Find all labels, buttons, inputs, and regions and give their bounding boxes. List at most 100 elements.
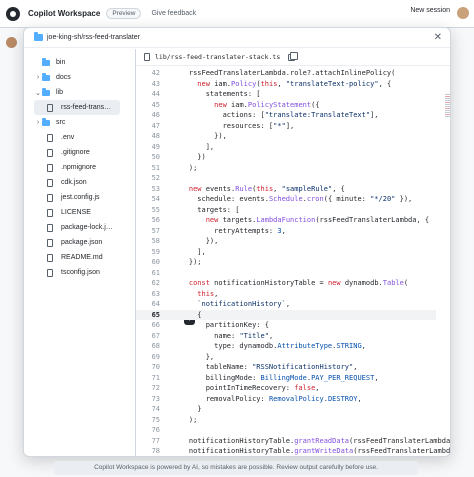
github-logo-icon[interactable] xyxy=(6,6,20,21)
code-line[interactable]: 45 new iam.PolicyStatement({ xyxy=(136,100,436,111)
code-text: new targets.LambdaFunction(rssFeedTransl… xyxy=(205,216,430,224)
line-number: 77 xyxy=(151,436,160,445)
code-line[interactable]: 67 name: "Title", xyxy=(136,331,436,342)
code-line[interactable]: 51 ); xyxy=(136,163,436,174)
tree-item-label: lib xyxy=(56,89,64,96)
line-number: 43 xyxy=(151,79,160,88)
file-tree: bin › docs ⌄ lib rss-feed-trans… › src .env .giti… xyxy=(34,55,120,280)
new-session-button[interactable]: New session xyxy=(410,7,450,14)
code-text: new iam.Policy(this, "translateText-poli… xyxy=(197,79,392,88)
code-line[interactable]: 57 retryAttempts: 3, xyxy=(136,226,436,237)
code-line[interactable]: 70 tableName: "RSSNotificationHistory", xyxy=(136,362,436,373)
tree-item-label: tsconfig.json xyxy=(61,269,100,276)
code-line[interactable]: 79 } xyxy=(136,457,436,458)
chevron-icon[interactable]: › xyxy=(34,119,42,126)
line-number: 44 xyxy=(151,90,160,98)
code-line[interactable]: 68 type: dynamodb.AttributeType.STRING, xyxy=(136,341,436,352)
tree-item-label: docs xyxy=(56,74,71,81)
app-header: Copilot Workspace Preview Give feedback … xyxy=(0,0,474,28)
tree-item-label: .env xyxy=(61,134,75,141)
code-line[interactable]: 42 rssFeedTranslaterLambda.role?.attachI… xyxy=(136,68,436,79)
code-line[interactable]: 76 xyxy=(136,425,436,436)
code-line[interactable]: 53 new events.Rule(this, "sampleRule", { xyxy=(136,184,436,195)
user-avatar[interactable] xyxy=(457,7,469,19)
line-number: 55 xyxy=(151,205,160,214)
code-text: retryAttempts: 3, xyxy=(172,226,286,235)
tree-item-label: bin xyxy=(56,59,66,66)
line-number: 48 xyxy=(151,132,160,140)
code-line[interactable]: 62 const notificationHistoryTable = new … xyxy=(136,278,436,289)
code-text: }) xyxy=(172,153,206,161)
tree-file[interactable]: tsconfig.json xyxy=(34,265,120,280)
line-number: 60 xyxy=(151,258,160,266)
code-line[interactable]: 43 new iam.Policy(this, "translateText-p… xyxy=(136,79,436,90)
code-text: billingMode: BillingMode.PAY_PER_REQUEST… xyxy=(172,373,379,382)
code-line[interactable]: 49 ], xyxy=(136,142,436,153)
tree-file[interactable]: .gitignore xyxy=(34,145,120,160)
code-line[interactable]: 72 pointInTimeRecovery: false, xyxy=(136,383,436,394)
tree-file[interactable]: LICENSE xyxy=(34,205,120,220)
code-line[interactable]: 56 new targets.LambdaFunction(rssFeedTra… xyxy=(136,215,436,226)
code-line[interactable]: 66 partitionKey: { xyxy=(136,320,436,331)
chevron-icon[interactable]: › xyxy=(34,74,42,81)
code-line[interactable]: 44 statements: [ xyxy=(136,89,436,100)
code-line[interactable]: 78 notificationHistoryTable.grantWriteDa… xyxy=(136,446,450,456)
tree-folder-bin[interactable]: bin xyxy=(34,55,120,70)
code-line[interactable]: 73 removalPolicy: RemovalPolicy.DESTROY, xyxy=(136,394,436,405)
chevron-icon[interactable]: ⌄ xyxy=(34,89,42,97)
code-line[interactable]: 61 xyxy=(136,268,436,279)
line-number: 65 xyxy=(151,310,160,319)
line-number: 76 xyxy=(151,426,160,434)
code-text: pointInTimeRecovery: false, xyxy=(172,384,320,392)
code-line[interactable]: 69 }, xyxy=(136,352,436,363)
file-viewer-modal: joe-king-sh/rss-feed-translater ✕ bin › do… xyxy=(23,27,451,457)
tree-file[interactable]: package.json xyxy=(34,235,120,250)
code-line[interactable]: 63 this, xyxy=(136,289,436,300)
line-number: 64 xyxy=(151,300,160,308)
tree-file[interactable]: cdk.json xyxy=(34,175,120,190)
code-editor[interactable]: ✦ 42 rssFeedTranslaterLambda.role?.attac… xyxy=(136,66,450,458)
tree-folder-src[interactable]: › src xyxy=(34,115,120,130)
line-number: 68 xyxy=(151,342,160,350)
code-line[interactable]: 46 actions: ["translate:TranslateText"], xyxy=(136,110,436,121)
folder-icon xyxy=(42,57,50,66)
code-line[interactable]: 71 billingMode: BillingMode.PAY_PER_REQU… xyxy=(136,373,436,384)
code-line[interactable]: 65 { xyxy=(136,309,436,320)
code-line[interactable]: 60 }); xyxy=(136,257,436,268)
code-minimap[interactable] xyxy=(445,94,450,144)
code-line[interactable]: 52 xyxy=(136,173,436,184)
tree-file[interactable]: README.md xyxy=(34,250,120,265)
close-icon[interactable]: ✕ xyxy=(434,32,442,43)
folder-icon xyxy=(42,117,50,126)
code-line[interactable]: 48 }), xyxy=(136,131,436,142)
code-line[interactable]: 59 ], xyxy=(136,247,436,258)
line-number: 46 xyxy=(151,111,160,119)
file-icon xyxy=(47,253,53,262)
tree-file[interactable]: rss-feed-trans… xyxy=(34,100,120,115)
code-text: resources: ["*"], xyxy=(172,121,295,130)
code-line[interactable]: 64 `notificationHistory`, xyxy=(136,299,436,310)
code-line[interactable]: 54 schedule: events.Schedule.cron({ minu… xyxy=(136,194,436,205)
code-line[interactable]: 55 targets: [ xyxy=(136,205,436,216)
minimap-line xyxy=(445,112,450,113)
minimap-line xyxy=(445,102,450,103)
minimap-line xyxy=(445,114,450,115)
tree-folder-lib[interactable]: ⌄ lib xyxy=(34,85,120,100)
copy-path-icon[interactable] xyxy=(288,51,299,61)
code-text: schedule: events.Schedule.cron({ minute:… xyxy=(172,195,413,203)
tree-file[interactable]: .npmignore xyxy=(34,160,120,175)
tree-file[interactable]: .env xyxy=(34,130,120,145)
line-number: 67 xyxy=(151,331,160,340)
tree-file[interactable]: jest.config.js xyxy=(34,190,120,205)
give-feedback-link[interactable]: Give feedback xyxy=(151,10,196,17)
code-line[interactable]: 47 resources: ["*"], xyxy=(136,121,436,132)
code-line[interactable]: 58 }), xyxy=(136,236,436,247)
code-line[interactable]: 75 ); xyxy=(136,415,436,426)
code-line[interactable]: 77 notificationHistoryTable.grantReadDat… xyxy=(136,436,450,447)
tree-file[interactable]: package-lock.j… xyxy=(34,220,120,235)
tree-item-label: .npmignore xyxy=(61,164,97,171)
tree-folder-docs[interactable]: › docs xyxy=(34,70,120,85)
code-text: const notificationHistoryTable = new dyn… xyxy=(188,279,409,287)
code-line[interactable]: 50 }) xyxy=(136,152,436,163)
code-line[interactable]: 74 } xyxy=(136,404,436,415)
